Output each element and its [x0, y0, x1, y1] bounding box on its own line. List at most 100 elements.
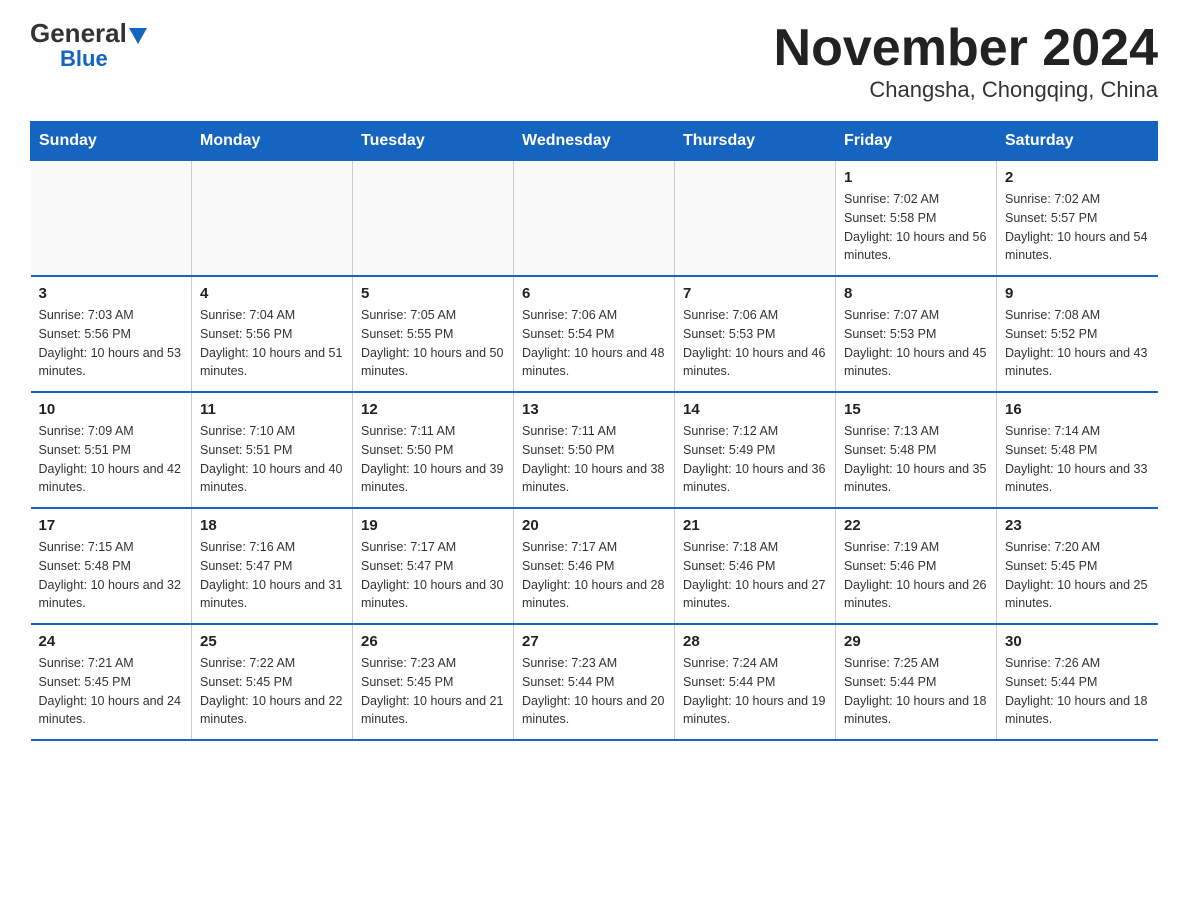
day-number: 8 [844, 285, 988, 302]
calendar-cell: 1Sunrise: 7:02 AMSunset: 5:58 PMDaylight… [836, 161, 997, 277]
calendar-week-row: 10 Sunrise: 7:09 AMSunset: 5:51 PMDayligh… [31, 392, 1158, 508]
day-info: Sunrise: 7:07 AMSunset: 5:53 PMDaylight:… [844, 306, 988, 381]
day-number: 16 [1005, 401, 1150, 418]
day-info: Sunrise: 7:23 AMSunset: 5:44 PMDaylight:… [522, 654, 666, 729]
day-info: Sunrise: 7:06 AMSunset: 5:54 PMDaylight:… [522, 306, 666, 381]
day-number: 9 [1005, 285, 1150, 302]
calendar-table: SundayMondayTuesdayWednesdayThursdayFrid… [30, 121, 1158, 741]
logo-general-text: General [30, 20, 147, 48]
day-number: 7 [683, 285, 827, 302]
day-number: 22 [844, 517, 988, 534]
day-info: Sunrise: 7:08 AMSunset: 5:52 PMDaylight:… [1005, 306, 1150, 381]
calendar-cell: 9 Sunrise: 7:08 AMSunset: 5:52 PMDaylight… [997, 276, 1158, 392]
calendar-cell [675, 161, 836, 277]
weekday-header-saturday: Saturday [997, 122, 1158, 161]
day-number: 20 [522, 517, 666, 534]
day-number: 11 [200, 401, 344, 418]
day-info: Sunrise: 7:26 AMSunset: 5:44 PMDaylight:… [1005, 654, 1150, 729]
calendar-cell: 3 Sunrise: 7:03 AMSunset: 5:56 PMDaylight… [31, 276, 192, 392]
calendar-subtitle: Changsha, Chongqing, China [774, 77, 1158, 103]
calendar-cell [514, 161, 675, 277]
calendar-cell: 19Sunrise: 7:17 AMSunset: 5:47 PMDayligh… [353, 508, 514, 624]
calendar-cell: 2Sunrise: 7:02 AMSunset: 5:57 PMDaylight… [997, 161, 1158, 277]
day-info: Sunrise: 7:09 AMSunset: 5:51 PMDaylight:… [39, 422, 184, 497]
day-info: Sunrise: 7:22 AMSunset: 5:45 PMDaylight:… [200, 654, 344, 729]
calendar-week-row: 1Sunrise: 7:02 AMSunset: 5:58 PMDaylight… [31, 161, 1158, 277]
day-info: Sunrise: 7:11 AMSunset: 5:50 PMDaylight:… [522, 422, 666, 497]
calendar-cell: 28 Sunrise: 7:24 AMSunset: 5:44 PMDayligh… [675, 624, 836, 740]
day-number: 21 [683, 517, 827, 534]
calendar-cell: 25 Sunrise: 7:22 AMSunset: 5:45 PMDayligh… [192, 624, 353, 740]
day-number: 28 [683, 633, 827, 650]
day-number: 14 [683, 401, 827, 418]
calendar-cell: 16 Sunrise: 7:14 AMSunset: 5:48 PMDayligh… [997, 392, 1158, 508]
day-info: Sunrise: 7:13 AMSunset: 5:48 PMDaylight:… [844, 422, 988, 497]
day-info: Sunrise: 7:17 AMSunset: 5:46 PMDaylight:… [522, 538, 666, 613]
calendar-week-row: 3 Sunrise: 7:03 AMSunset: 5:56 PMDaylight… [31, 276, 1158, 392]
title-block: November 2024 Changsha, Chongqing, China [774, 20, 1158, 103]
calendar-cell: 27 Sunrise: 7:23 AMSunset: 5:44 PMDayligh… [514, 624, 675, 740]
day-number: 6 [522, 285, 666, 302]
day-number: 4 [200, 285, 344, 302]
day-info: Sunrise: 7:20 AMSunset: 5:45 PMDaylight:… [1005, 538, 1150, 613]
day-number: 25 [200, 633, 344, 650]
calendar-cell [31, 161, 192, 277]
day-number: 29 [844, 633, 988, 650]
day-number: 15 [844, 401, 988, 418]
calendar-cell: 11 Sunrise: 7:10 AMSunset: 5:51 PMDayligh… [192, 392, 353, 508]
calendar-cell [192, 161, 353, 277]
day-info: Sunrise: 7:16 AMSunset: 5:47 PMDaylight:… [200, 538, 344, 613]
calendar-cell: 8 Sunrise: 7:07 AMSunset: 5:53 PMDaylight… [836, 276, 997, 392]
page-header: General Blue November 2024 Changsha, Cho… [30, 20, 1158, 103]
day-info: Sunrise: 7:11 AMSunset: 5:50 PMDaylight:… [361, 422, 505, 497]
day-info: Sunrise: 7:24 AMSunset: 5:44 PMDaylight:… [683, 654, 827, 729]
day-number: 13 [522, 401, 666, 418]
calendar-title: November 2024 [774, 20, 1158, 77]
calendar-cell: 21 Sunrise: 7:18 AMSunset: 5:46 PMDayligh… [675, 508, 836, 624]
calendar-cell [353, 161, 514, 277]
calendar-cell: 10 Sunrise: 7:09 AMSunset: 5:51 PMDayligh… [31, 392, 192, 508]
weekday-header-thursday: Thursday [675, 122, 836, 161]
logo-arrow-icon [129, 22, 147, 48]
calendar-cell: 12Sunrise: 7:11 AMSunset: 5:50 PMDayligh… [353, 392, 514, 508]
day-number: 26 [361, 633, 505, 650]
calendar-cell: 20 Sunrise: 7:17 AMSunset: 5:46 PMDayligh… [514, 508, 675, 624]
day-info: Sunrise: 7:25 AMSunset: 5:44 PMDaylight:… [844, 654, 988, 729]
day-info: Sunrise: 7:18 AMSunset: 5:46 PMDaylight:… [683, 538, 827, 613]
day-number: 10 [39, 401, 184, 418]
day-number: 17 [39, 517, 184, 534]
day-number: 18 [200, 517, 344, 534]
calendar-week-row: 17Sunrise: 7:15 AMSunset: 5:48 PMDayligh… [31, 508, 1158, 624]
day-number: 23 [1005, 517, 1150, 534]
calendar-header-row: SundayMondayTuesdayWednesdayThursdayFrid… [31, 122, 1158, 161]
calendar-cell: 24Sunrise: 7:21 AMSunset: 5:45 PMDayligh… [31, 624, 192, 740]
calendar-cell: 6 Sunrise: 7:06 AMSunset: 5:54 PMDaylight… [514, 276, 675, 392]
calendar-cell: 29 Sunrise: 7:25 AMSunset: 5:44 PMDayligh… [836, 624, 997, 740]
day-number: 27 [522, 633, 666, 650]
logo: General Blue [30, 20, 147, 70]
calendar-cell: 14 Sunrise: 7:12 AMSunset: 5:49 PMDayligh… [675, 392, 836, 508]
day-number: 5 [361, 285, 505, 302]
weekday-header-monday: Monday [192, 122, 353, 161]
day-number: 30 [1005, 633, 1150, 650]
day-info: Sunrise: 7:19 AMSunset: 5:46 PMDaylight:… [844, 538, 988, 613]
calendar-cell: 15 Sunrise: 7:13 AMSunset: 5:48 PMDayligh… [836, 392, 997, 508]
day-info: Sunrise: 7:10 AMSunset: 5:51 PMDaylight:… [200, 422, 344, 497]
day-info: Sunrise: 7:21 AMSunset: 5:45 PMDaylight:… [39, 654, 184, 729]
day-info: Sunrise: 7:04 AMSunset: 5:56 PMDaylight:… [200, 306, 344, 381]
day-info: Sunrise: 7:02 AMSunset: 5:57 PMDaylight:… [1005, 190, 1150, 265]
day-number: 19 [361, 517, 505, 534]
calendar-cell: 4 Sunrise: 7:04 AMSunset: 5:56 PMDaylight… [192, 276, 353, 392]
calendar-week-row: 24Sunrise: 7:21 AMSunset: 5:45 PMDayligh… [31, 624, 1158, 740]
calendar-cell: 30 Sunrise: 7:26 AMSunset: 5:44 PMDayligh… [997, 624, 1158, 740]
logo-blue-text: Blue [60, 48, 108, 70]
calendar-cell: 7 Sunrise: 7:06 AMSunset: 5:53 PMDaylight… [675, 276, 836, 392]
day-info: Sunrise: 7:06 AMSunset: 5:53 PMDaylight:… [683, 306, 827, 381]
day-info: Sunrise: 7:14 AMSunset: 5:48 PMDaylight:… [1005, 422, 1150, 497]
day-info: Sunrise: 7:12 AMSunset: 5:49 PMDaylight:… [683, 422, 827, 497]
calendar-cell: 26Sunrise: 7:23 AMSunset: 5:45 PMDayligh… [353, 624, 514, 740]
calendar-cell: 5Sunrise: 7:05 AMSunset: 5:55 PMDaylight… [353, 276, 514, 392]
day-info: Sunrise: 7:03 AMSunset: 5:56 PMDaylight:… [39, 306, 184, 381]
day-number: 3 [39, 285, 184, 302]
day-info: Sunrise: 7:02 AMSunset: 5:58 PMDaylight:… [844, 190, 988, 265]
